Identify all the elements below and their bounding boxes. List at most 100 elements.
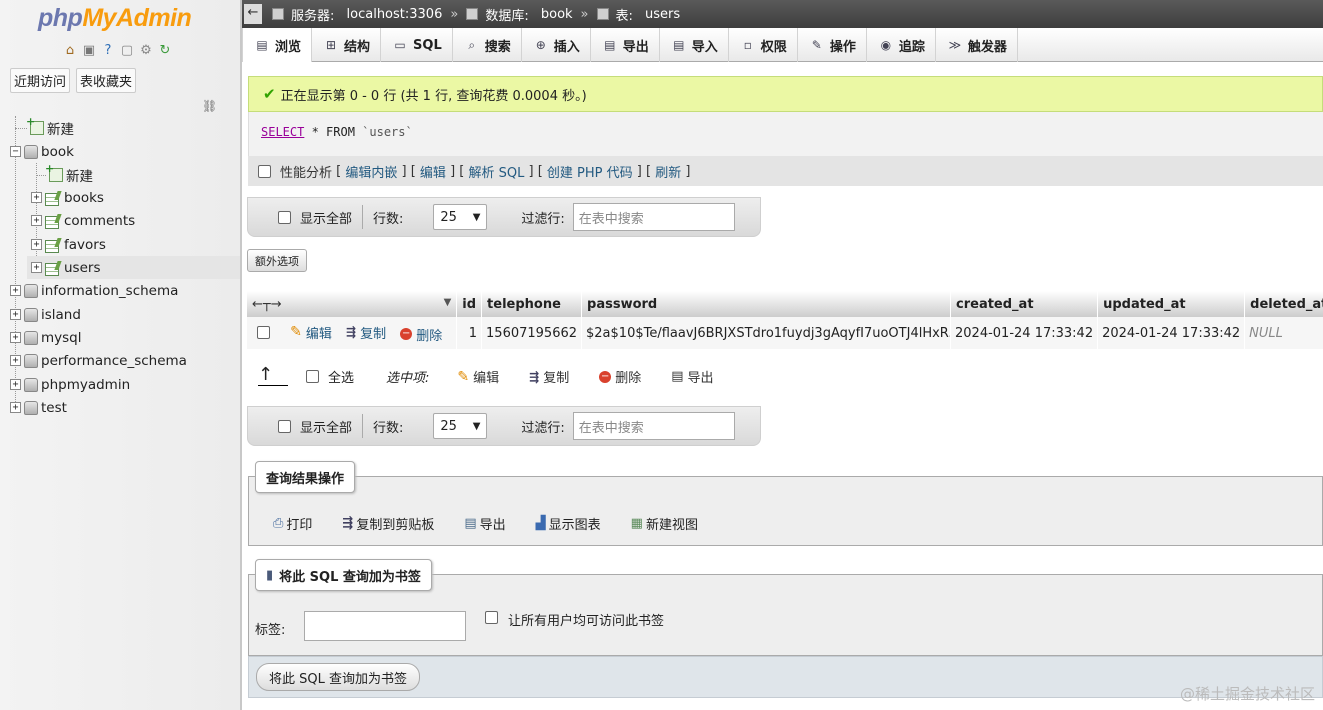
expand-icon[interactable]: + (10, 285, 21, 296)
expand-icon[interactable]: + (10, 355, 21, 366)
create-view-button[interactable]: ▦ 新建视图 (631, 514, 698, 533)
row-checkbox[interactable] (257, 326, 270, 339)
column-header-password[interactable]: password (581, 291, 952, 317)
bookmark-label-input[interactable] (304, 611, 466, 641)
display-chart-button[interactable]: ▟ 显示图表 (536, 514, 601, 533)
selected-edit-button[interactable]: ✎ 编辑 (457, 367, 499, 387)
tab-import[interactable]: ▤ 导入 (660, 28, 729, 62)
extra-options-button[interactable]: 额外选项 (247, 249, 307, 272)
copy-to-clipboard-button[interactable]: ⇶ 复制到剪贴板 (342, 514, 434, 533)
tree-item-island[interactable]: + island (10, 303, 81, 326)
help-icon[interactable]: ? (100, 42, 116, 58)
profiling-checkbox[interactable] (258, 164, 271, 178)
tab-triggers[interactable]: ≫ 触发器 (936, 28, 1018, 62)
selected-export-button[interactable]: ▤ 导出 (671, 367, 713, 386)
print-button[interactable]: ⎙ 打印 (273, 514, 312, 533)
cell-id[interactable]: 1 (456, 317, 483, 349)
phpmyadmin-logo[interactable]: phpMyAdmin (38, 4, 192, 33)
expand-icon[interactable]: + (10, 379, 21, 390)
row-delete-button[interactable]: − 删除 (400, 325, 442, 344)
edit-link[interactable]: 编辑 (420, 162, 446, 181)
column-arrows-header[interactable]: ←┬→ ▼ (247, 291, 458, 317)
tree-item-information-schema[interactable]: + information_schema (10, 279, 178, 302)
expand-icon[interactable]: + (31, 239, 42, 250)
show-all-checkbox[interactable] (278, 419, 291, 433)
docs-icon[interactable]: ▢ (119, 42, 135, 58)
sort-down-icon[interactable]: ▼ (444, 297, 452, 308)
tab-search[interactable]: ⌕ 搜索 (453, 28, 522, 62)
refresh-link[interactable]: 刷新 (655, 162, 681, 181)
query-results-operations: 查询结果操作 ⎙ 打印 ⇶ 复制到剪贴板 ▤ 导出 ▟ 显示图表 ▦ 新建视图 (248, 461, 1323, 546)
column-header-deleted-at[interactable]: deleted_at (1244, 291, 1323, 317)
tab-export[interactable]: ▤ 导出 (591, 28, 660, 62)
check-all-label[interactable]: 全选 (328, 367, 354, 386)
row-copy-button[interactable]: ⇶ 复制 (346, 323, 386, 342)
breadcrumb-server[interactable]: 服务器: localhost:3306 (272, 5, 442, 24)
settings-gear-icon[interactable]: ⚙ (138, 42, 154, 58)
tree-item-book[interactable]: − book (10, 140, 74, 163)
selected-delete-button[interactable]: − 删除 (599, 367, 641, 386)
check-all-checkbox[interactable] (306, 370, 319, 383)
tree-item-books[interactable]: + books (31, 186, 104, 209)
export-button[interactable]: ▤ 导出 (464, 514, 505, 533)
tree-item-comments[interactable]: + comments (31, 209, 135, 232)
cell-created-at[interactable]: 2024-01-24 17:33:42 (950, 317, 1099, 349)
tab-tracking[interactable]: ◉ 追踪 (867, 28, 936, 62)
cell-updated-at[interactable]: 2024-01-24 17:33:42 (1097, 317, 1246, 349)
tree-item-favors[interactable]: + favors (31, 233, 106, 256)
tree-item-new[interactable]: 新建 (26, 115, 74, 139)
expand-icon[interactable]: + (10, 309, 21, 320)
tab-privileges[interactable]: ▫ 权限 (729, 28, 798, 62)
cell-password[interactable]: $2a$10$Te/flaavJ6BRJXSTdro1fuydj3gAqyfI7… (581, 317, 952, 349)
expand-icon[interactable]: + (10, 332, 21, 343)
exit-icon[interactable]: ▣ (81, 42, 97, 58)
expand-icon[interactable]: + (31, 262, 42, 273)
row-edit-button[interactable]: ✎ 编辑 (290, 323, 332, 342)
sql-query: SELECT * FROM `users` (261, 125, 413, 139)
reload-icon[interactable]: ↻ (157, 42, 173, 58)
collapse-icon[interactable]: − (10, 146, 21, 157)
selected-copy-button[interactable]: ⇶ 复制 (529, 367, 569, 387)
explain-sql-link[interactable]: 解析 SQL (468, 162, 524, 181)
import-icon: ▤ (673, 38, 685, 52)
favorites-tab[interactable]: 表收藏夹 (76, 68, 137, 93)
home-icon[interactable]: ⌂ (62, 42, 78, 58)
database-icon (24, 353, 38, 368)
create-php-code-link[interactable]: 创建 PHP 代码 (547, 162, 633, 181)
tab-operations[interactable]: ✎ 操作 (798, 28, 867, 62)
column-header-created-at[interactable]: created_at (950, 291, 1099, 317)
tree-item-mysql[interactable]: + mysql (10, 326, 82, 349)
recent-tab[interactable]: 近期访问 (10, 68, 71, 93)
tree-item-performance-schema[interactable]: + performance_schema (10, 349, 187, 372)
edit-inline-link[interactable]: 编辑内嵌 (345, 162, 397, 181)
success-message: ✔ 正在显示第 0 - 0 行 (共 1 行, 查询花费 0.0004 秒。) (248, 76, 1323, 112)
expand-icon[interactable]: + (31, 192, 42, 203)
tab-structure[interactable]: ⊞ 结构 (312, 28, 382, 62)
filter-rows-input[interactable]: 在表中搜索 (572, 203, 735, 231)
tree-item-test[interactable]: + test (10, 396, 67, 419)
rows-per-page-select[interactable]: 25 ▼ (433, 204, 488, 230)
rows-per-page-select[interactable]: 25 ▼ (433, 413, 488, 439)
column-header-id[interactable]: id (456, 291, 483, 317)
tree-item-users[interactable]: + users (27, 256, 240, 279)
share-bookmark-checkbox[interactable] (485, 611, 498, 624)
bookmark-query-button[interactable]: 将此 SQL 查询加为书签 (256, 663, 420, 691)
filter-rows-input[interactable]: 在表中搜索 (572, 412, 735, 440)
column-header-updated-at[interactable]: updated_at (1097, 291, 1246, 317)
tab-insert[interactable]: ⊕ 插入 (522, 28, 591, 62)
expand-icon[interactable]: + (31, 215, 42, 226)
tree-item-phpmyadmin[interactable]: + phpmyadmin (10, 373, 130, 396)
table-icon (596, 8, 609, 20)
tab-browse[interactable]: ▤ 浏览 (242, 28, 313, 62)
column-header-telephone[interactable]: telephone (481, 291, 583, 317)
link-with-main-icon[interactable]: ⛓ (202, 99, 217, 113)
breadcrumb-database[interactable]: 数据库: book (466, 5, 573, 24)
cell-telephone[interactable]: 15607195662 (481, 317, 583, 349)
back-arrow-icon[interactable]: ← (244, 4, 262, 24)
expand-icon[interactable]: + (10, 402, 21, 413)
cell-deleted-at[interactable]: NULL (1244, 317, 1323, 349)
tree-item-book-new[interactable]: 新建 (45, 162, 93, 186)
breadcrumb-table[interactable]: 表: users (596, 5, 680, 24)
tab-sql[interactable]: ▭ SQL (381, 28, 453, 62)
show-all-checkbox[interactable] (278, 210, 291, 224)
